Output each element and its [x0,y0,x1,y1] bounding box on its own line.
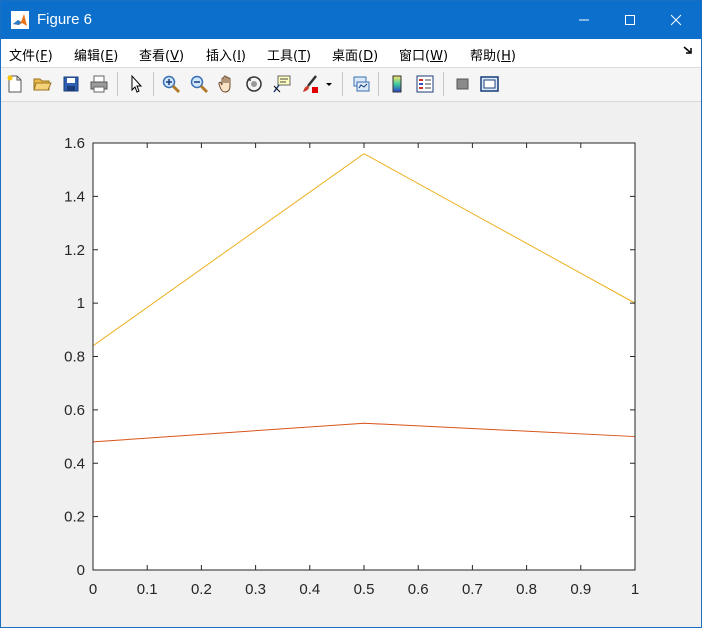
figure-toolbar [1,68,701,102]
menu-view[interactable]: 查看(V) [139,45,184,64]
y-tick-label: 1 [77,295,85,312]
brush-dropdown[interactable] [323,73,335,95]
zoom-out-icon [190,75,209,94]
menu-bar: 文件(F) 编辑(E) 查看(V) 插入(I) 工具(T) 桌面(D) 窗口(W… [1,39,701,68]
x-tick-label: 0.5 [354,581,375,598]
show-plot-tools-icon [480,76,499,92]
colorbar-icon [392,75,402,93]
axes-background [93,143,635,570]
rotate-3d-button[interactable] [243,73,265,95]
x-tick-label: 0.2 [191,581,212,598]
x-tick-label: 0.3 [245,581,266,598]
hide-plot-tools-button[interactable] [451,73,473,95]
title-bar[interactable]: Figure 6 [1,1,701,39]
menu-help[interactable]: 帮助(H) [470,45,516,64]
zoom-in-button[interactable] [160,73,182,95]
new-figure-icon [7,75,22,93]
line-plot[interactable]: 0 0.1 0.2 0.3 0.4 0.5 0.6 0.7 0.8 0.9 1 0 0.2 0.4 0.6 0… [1,102,701,627]
save-icon [63,76,79,92]
x-tick-label: 0.4 [299,581,320,598]
toolbar-separator [443,72,444,96]
close-button[interactable] [653,1,699,39]
menu-desktop[interactable]: 桌面(D) [332,45,378,64]
y-tick-label: 1.2 [64,242,85,259]
toolbar-separator [378,72,379,96]
menu-tools[interactable]: 工具(T) [267,45,311,64]
y-tick-label: 1.6 [64,135,85,152]
print-icon [90,75,108,93]
link-plot-button[interactable] [350,73,372,95]
figure-window: Figure 6 文件(F) 编辑(E) 查看(V) 插入(I) 工具(T) 桌… [0,0,702,628]
pan-icon [218,75,231,93]
y-tick-label: 0.8 [64,349,85,366]
data-cursor-button[interactable] [271,73,293,95]
x-tick-label: 0.6 [408,581,429,598]
x-tick-label: 0 [89,581,97,598]
menu-edit[interactable]: 编辑(E) [74,45,118,64]
pan-button[interactable] [216,73,238,95]
close-icon [670,14,682,26]
maximize-button[interactable] [607,1,653,39]
pointer-button[interactable] [125,73,147,95]
x-tick-label: 0.9 [570,581,591,598]
pointer-icon [131,74,143,93]
open-file-button[interactable] [31,73,53,95]
toolbar-separator [117,72,118,96]
dock-arrow-icon[interactable] [683,45,693,55]
link-plot-icon [353,76,370,92]
data-cursor-icon [273,75,291,93]
colorbar-button[interactable] [386,73,408,95]
save-button[interactable] [60,73,82,95]
print-button[interactable] [88,73,110,95]
y-tick-label: 0.2 [64,509,85,526]
legend-icon [416,75,434,93]
y-tick-label: 0 [77,562,85,579]
menu-file[interactable]: 文件(F) [9,45,53,64]
toolbar-separator [342,72,343,96]
minimize-button[interactable] [561,1,607,39]
chevron-down-icon [326,83,332,86]
hide-plot-tools-icon [456,78,469,90]
x-tick-label: 0.1 [137,581,158,598]
show-plot-tools-button[interactable] [478,73,500,95]
menu-window[interactable]: 窗口(W) [399,45,448,64]
toolbar-separator [153,72,154,96]
figure-canvas: 0 0.1 0.2 0.3 0.4 0.5 0.6 0.7 0.8 0.9 1 0 0.2 0.4 0.6 0… [1,102,701,627]
new-figure-button[interactable] [4,73,26,95]
brush-button[interactable] [299,73,321,95]
zoom-in-icon [162,75,181,94]
minimize-icon [579,19,589,21]
menu-insert[interactable]: 插入(I) [206,45,246,64]
x-tick-label: 0.8 [516,581,537,598]
rotate-3d-icon [246,76,262,92]
x-tick-label: 1 [631,581,639,598]
brush-icon [303,75,318,93]
y-tick-label: 0.6 [64,402,85,419]
maximize-icon [625,15,635,25]
y-tick-label: 1.4 [64,188,85,205]
y-tick-label: 0.4 [64,455,85,472]
legend-button[interactable] [414,73,436,95]
x-tick-label: 0.7 [462,581,483,598]
zoom-out-button[interactable] [188,73,210,95]
window-title: Figure 6 [37,11,93,28]
matlab-logo-icon [11,11,29,29]
open-file-icon [33,78,52,91]
